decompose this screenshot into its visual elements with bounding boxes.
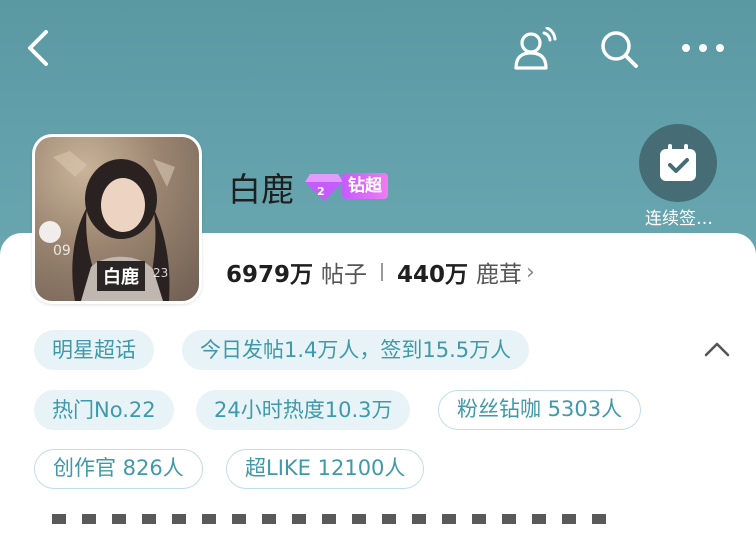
stats-row[interactable]: 6979万 帖子 440万 鹿茸 › xyxy=(226,255,535,289)
tag-chip-fans-diamond[interactable]: 粉丝钻咖 5303人 xyxy=(438,390,642,430)
calendar-check-icon xyxy=(660,144,696,181)
tag-chip-daily-stats[interactable]: 今日发帖1.4万人，签到15.5万人 xyxy=(182,330,530,370)
avatar[interactable]: 09 23 白鹿 xyxy=(32,134,202,304)
tag-chip-category[interactable]: 明星超话 xyxy=(34,330,154,370)
posts-label: 帖子 xyxy=(321,262,368,288)
avatar-name-tag: 白鹿 xyxy=(97,261,145,291)
svg-text:2: 2 xyxy=(317,185,325,198)
tag-chip-hot-rank[interactable]: 热门No.22 xyxy=(34,390,174,430)
search-icon xyxy=(601,31,638,68)
fans-label: 鹿茸 xyxy=(476,262,523,288)
badge-label: 钻超 xyxy=(342,173,388,199)
tag-chip-24h-heat[interactable]: 24小时热度10.3万 xyxy=(196,390,411,430)
chevron-right-icon: › xyxy=(526,259,535,285)
checkin-label: 连续签… xyxy=(645,209,713,229)
avatar-image: 09 23 白鹿 xyxy=(35,137,199,301)
tag-chip-super-like[interactable]: 超LIKE 12100人 xyxy=(226,449,425,489)
back-button[interactable] xyxy=(18,26,60,70)
chevron-left-icon xyxy=(28,30,48,66)
user-broadcast-icon xyxy=(514,27,557,70)
tag-chip-creators[interactable]: 创作官 826人 xyxy=(34,449,203,489)
more-button[interactable] xyxy=(676,30,730,66)
posts-count: 6979万 xyxy=(226,262,314,288)
svg-text:23: 23 xyxy=(153,266,168,280)
top-nav-bar xyxy=(0,0,756,96)
more-horizontal-icon xyxy=(682,44,724,52)
listen-button[interactable] xyxy=(510,26,560,72)
chevron-up-icon xyxy=(704,342,730,357)
fans-count: 440万 xyxy=(397,262,469,288)
level-badge[interactable]: 2 钻超 xyxy=(304,170,390,202)
page-title: 白鹿 xyxy=(228,170,294,209)
checkin-button[interactable] xyxy=(639,124,717,202)
svg-text:09: 09 xyxy=(53,243,71,259)
stats-divider xyxy=(381,263,384,281)
collapse-button[interactable] xyxy=(700,335,734,363)
search-button[interactable] xyxy=(596,26,642,72)
diamond-icon: 2 xyxy=(305,174,343,201)
